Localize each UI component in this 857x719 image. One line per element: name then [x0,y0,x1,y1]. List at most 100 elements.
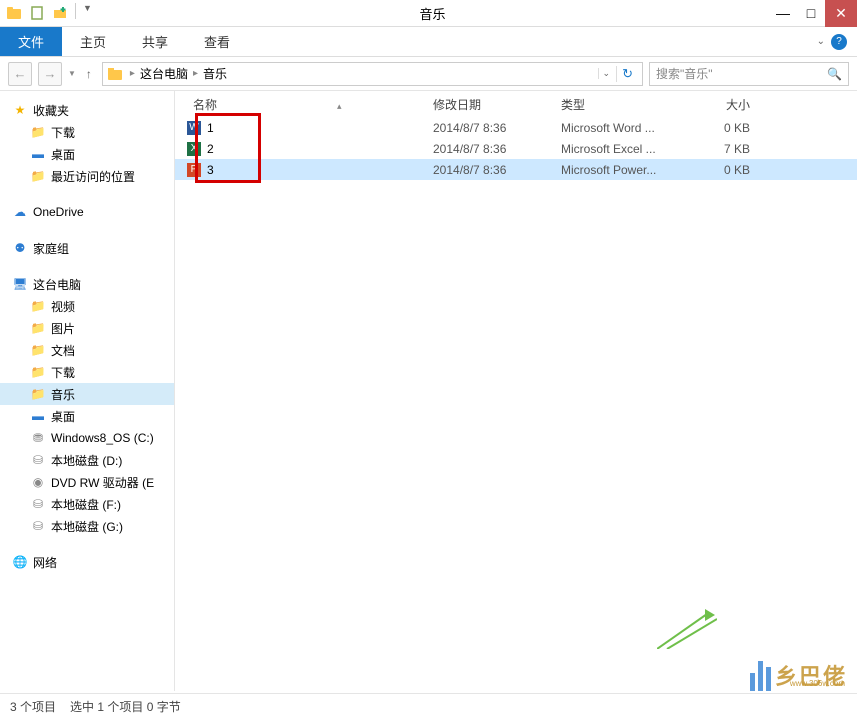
up-button[interactable]: ↑ [82,67,96,81]
chevron-right-icon[interactable]: ▸ [130,68,135,79]
disk-icon: ⛁ [30,452,46,468]
file-size: 0 KB [683,163,758,177]
breadcrumb-segment[interactable]: 这台电脑 [138,65,190,82]
watermark-decoration [657,609,717,649]
file-date: 2014/8/7 8:36 [433,142,561,156]
tree-homegroup[interactable]: ⚉家庭组 [0,237,174,259]
new-folder-icon[interactable] [50,3,70,23]
folder-icon: 📁 [30,298,46,314]
ribbon: 文件 主页 共享 查看 ⌄ ? [0,27,857,57]
chevron-right-icon[interactable]: ▸ [193,68,198,79]
file-name: 3 [207,163,214,177]
file-date: 2014/8/7 8:36 [433,163,561,177]
tree-downloads[interactable]: 📁下载 [0,121,174,143]
tree-network[interactable]: 🌐网络 [0,551,174,573]
folder-icon: 📁 [30,386,46,402]
tree-videos[interactable]: 📁视频 [0,295,174,317]
selection-info: 选中 1 个项目 0 字节 [70,698,181,715]
tab-file[interactable]: 文件 [0,27,62,56]
recent-icon: 📁 [30,168,46,184]
column-type[interactable]: 类型 [561,96,683,113]
dvd-icon: ◉ [30,474,46,490]
column-size[interactable]: 大小 [683,96,758,113]
excel-file-icon: X [187,142,201,156]
word-file-icon: W [187,121,201,135]
tree-desktop2[interactable]: ▬桌面 [0,405,174,427]
search-placeholder-text: 搜索"音乐" [656,65,713,82]
disk-icon: ⛁ [30,496,46,512]
tree-recent[interactable]: 📁最近访问的位置 [0,165,174,187]
tree-downloads2[interactable]: 📁下载 [0,361,174,383]
folder-icon: 📁 [30,124,46,140]
file-type: Microsoft Word ... [561,121,683,135]
titlebar: ▼ 音乐 — □ ✕ [0,0,857,27]
desktop-icon: ▬ [30,146,46,162]
sort-indicator-icon: ▴ [337,101,342,111]
minimize-button[interactable]: — [769,0,797,27]
file-size: 7 KB [683,142,758,156]
tab-home[interactable]: 主页 [62,27,124,56]
separator [75,3,76,19]
folder-icon: 📁 [30,342,46,358]
back-button[interactable]: ← [8,62,32,86]
powerpoint-file-icon: P [187,163,201,177]
folder-icon [107,66,123,82]
properties-icon[interactable] [27,3,47,23]
star-icon: ★ [12,102,28,118]
file-type: Microsoft Excel ... [561,142,683,156]
folder-icon: 📁 [30,364,46,380]
address-bar[interactable]: ▸ 这台电脑 ▸ 音乐 ⌄ ↻ [102,62,643,86]
tree-onedrive[interactable]: ☁OneDrive [0,201,174,223]
file-name: 2 [207,142,214,156]
file-name: 1 [207,121,214,135]
ribbon-expand-icon[interactable]: ⌄ [817,36,825,47]
address-dropdown-icon[interactable]: ⌄ [598,68,615,79]
tree-pictures[interactable]: 📁图片 [0,317,174,339]
search-icon: 🔍 [827,67,842,81]
column-name[interactable]: 名称▴ [185,96,433,113]
folder-app-icon[interactable] [4,3,24,23]
close-button[interactable]: ✕ [825,0,857,27]
computer-icon: 🖥 [12,276,28,292]
tree-favorites[interactable]: ★收藏夹 [0,99,174,121]
file-row[interactable]: W1 2014/8/7 8:36 Microsoft Word ... 0 KB [175,117,857,138]
tree-this-pc[interactable]: 🖥这台电脑 [0,273,174,295]
help-icon[interactable]: ? [831,34,847,50]
network-icon: 🌐 [12,554,28,570]
forward-button[interactable]: → [38,62,62,86]
disk-icon: ⛁ [30,518,46,534]
breadcrumb-segment[interactable]: 音乐 [201,65,229,82]
navbar: ← → ▼ ↑ ▸ 这台电脑 ▸ 音乐 ⌄ ↻ 搜索"音乐" 🔍 [0,57,857,91]
tree-disk-d[interactable]: ⛁本地磁盘 (D:) [0,449,174,471]
column-date[interactable]: 修改日期 [433,96,561,113]
homegroup-icon: ⚉ [12,240,28,256]
tab-view[interactable]: 查看 [186,27,248,56]
refresh-icon[interactable]: ↻ [616,66,638,82]
history-dropdown-icon[interactable]: ▼ [68,69,76,78]
tree-desktop[interactable]: ▬桌面 [0,143,174,165]
folder-icon: 📁 [30,320,46,336]
cloud-icon: ☁ [12,204,28,220]
window-title: 音乐 [96,4,769,23]
qat-dropdown-icon[interactable]: ▼ [83,3,92,23]
tree-disk-f[interactable]: ⛁本地磁盘 (F:) [0,493,174,515]
file-type: Microsoft Power... [561,163,683,177]
file-size: 0 KB [683,121,758,135]
watermark-url: www.306w.com [790,679,845,688]
tree-disk-c[interactable]: ⛃Windows8_OS (C:) [0,427,174,449]
navigation-tree: ★收藏夹 📁下载 ▬桌面 📁最近访问的位置 ☁OneDrive ⚉家庭组 🖥这台… [0,91,175,691]
tree-disk-g[interactable]: ⛁本地磁盘 (G:) [0,515,174,537]
file-row[interactable]: P3 2014/8/7 8:36 Microsoft Power... 0 KB [175,159,857,180]
tree-dvd[interactable]: ◉DVD RW 驱动器 (E [0,471,174,493]
file-row[interactable]: X2 2014/8/7 8:36 Microsoft Excel ... 7 K… [175,138,857,159]
desktop-icon: ▬ [30,408,46,424]
column-headers: 名称▴ 修改日期 类型 大小 [175,91,857,117]
tree-music[interactable]: 📁音乐 [0,383,174,405]
tab-share[interactable]: 共享 [124,27,186,56]
file-date: 2014/8/7 8:36 [433,121,561,135]
maximize-button[interactable]: □ [797,0,825,27]
status-bar: 3 个项目 选中 1 个项目 0 字节 [0,693,857,719]
item-count: 3 个项目 [10,698,56,715]
search-input[interactable]: 搜索"音乐" 🔍 [649,62,849,86]
tree-documents[interactable]: 📁文档 [0,339,174,361]
